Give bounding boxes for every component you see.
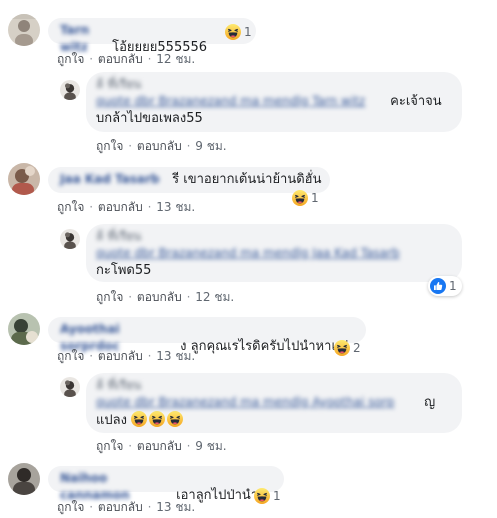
separator: · xyxy=(147,200,152,214)
timestamp[interactable]: 12 ชม. xyxy=(156,52,195,66)
separator: · xyxy=(147,52,152,66)
reply-actions: ถูกใจ · ตอบกลับ · 9 ชม. xyxy=(96,437,227,456)
separator: · xyxy=(147,349,152,363)
reply-link[interactable]: ตอบกลับ xyxy=(137,139,182,153)
reaction-count: 1 xyxy=(273,489,281,503)
reply-avatar[interactable] xyxy=(60,229,80,249)
reaction-count: 2 xyxy=(353,341,361,355)
reaction-count: 1 xyxy=(449,279,457,293)
separator: · xyxy=(89,500,94,514)
reaction-count: 1 xyxy=(311,191,319,205)
like-link[interactable]: ถูกใจ xyxy=(57,349,84,363)
separator: · xyxy=(128,439,133,453)
separator: · xyxy=(186,139,191,153)
separator: · xyxy=(128,290,133,304)
reaction-count: 1 xyxy=(244,25,252,39)
reply-text-line2: แปลง xyxy=(96,413,127,428)
haha-reaction-icon xyxy=(334,340,350,356)
timestamp[interactable]: 13 ชม. xyxy=(156,349,195,363)
reply-actions: ถูกใจ · ตอบกลับ · 12 ชม. xyxy=(96,288,234,307)
separator: · xyxy=(147,500,152,514)
timestamp[interactable]: 13 ชม. xyxy=(156,500,195,514)
reply-text: กะโพด55 xyxy=(96,263,152,278)
reply-bubble: ล้ ที่เรียน quote dbr Brazanezand ma men… xyxy=(86,224,462,282)
reply-link[interactable]: ตอบกลับ xyxy=(137,290,182,304)
separator: · xyxy=(89,52,94,66)
mention-link[interactable]: quote dbr Brazanezand ma mendlg Tarn wit… xyxy=(96,93,386,110)
timestamp[interactable]: 9 ชม. xyxy=(195,139,226,153)
reply-bubble: ล้ ที่เรียน quote dbr Brazanezand ma men… xyxy=(86,373,462,433)
reaction-counter[interactable]: 1 xyxy=(252,486,286,506)
like-link[interactable]: ถูกใจ xyxy=(96,439,123,453)
comment-bubble: Ayoothai sorprdoc ง ลูกคุณเรไรดิครับไปนำ… xyxy=(48,317,366,354)
separator: · xyxy=(186,439,191,453)
comment-author-name[interactable]: Jaa Kad Tasarb xyxy=(60,171,168,188)
reply-link[interactable]: ตอบกลับ xyxy=(98,500,143,514)
separator: · xyxy=(186,290,191,304)
comment-actions: ถูกใจ · ตอบกลับ · 12 ชม. xyxy=(57,50,195,69)
reply-bubble: ล้ ที่เรียน quote dbr Brazanezand ma men… xyxy=(86,72,462,132)
like-link[interactable]: ถูกใจ xyxy=(96,290,123,304)
reply-author-name[interactable]: ล้ ที่เรียน xyxy=(96,76,156,93)
separator: · xyxy=(128,139,133,153)
reply-text: คะเจ้าจน xyxy=(390,94,442,109)
avatar[interactable] xyxy=(8,463,40,495)
comment-actions: ถูกใจ · ตอบกลับ · 13 ชม. xyxy=(57,498,195,517)
reply-link[interactable]: ตอบกลับ xyxy=(98,349,143,363)
like-link[interactable]: ถูกใจ xyxy=(57,500,84,514)
separator: · xyxy=(89,200,94,214)
comment-actions: ถูกใจ · ตอบกลับ · 13 ชม. xyxy=(57,198,195,217)
like-link[interactable]: ถูกใจ xyxy=(57,200,84,214)
comment-text: รี เขาอยากเต้นน่าย้านดิฮั่น xyxy=(172,172,322,187)
like-link[interactable]: ถูกใจ xyxy=(96,139,123,153)
comment-text: ง ลูกคุณเรไรดิครับไปนำหาแม่ xyxy=(180,339,349,354)
comment-bubble: Jaa Kad Tasarb รี เขาอยากเต้นน่าย้านดิฮั… xyxy=(48,167,330,193)
mention-link[interactable]: quote dbr Brazanezand ma mendlg Ayoothai… xyxy=(96,394,420,411)
avatar[interactable] xyxy=(8,163,40,195)
reaction-counter[interactable]: 2 xyxy=(332,338,366,358)
timestamp[interactable]: 13 ชม. xyxy=(156,200,195,214)
mention-link[interactable]: quote dbr Brazanezand ma mendlg Jaa Kad … xyxy=(96,245,436,262)
haha-icon xyxy=(131,411,147,427)
reply-avatar[interactable] xyxy=(60,80,80,100)
reply-author-name[interactable]: ล้ ที่เรียน xyxy=(96,228,156,245)
timestamp[interactable]: 9 ชม. xyxy=(195,439,226,453)
reaction-counter[interactable]: 1 xyxy=(428,276,462,296)
reply-link[interactable]: ตอบกลับ xyxy=(137,439,182,453)
reply-actions: ถูกใจ · ตอบกลับ · 9 ชม. xyxy=(96,137,227,156)
haha-reaction-icon xyxy=(225,24,241,40)
timestamp[interactable]: 12 ชม. xyxy=(195,290,234,304)
reply-text-line2: บกล้าไปขอเพลง55 xyxy=(96,111,203,126)
like-link[interactable]: ถูกใจ xyxy=(57,52,84,66)
reply-text: ญ xyxy=(424,395,436,410)
comment-actions: ถูกใจ · ตอบกลับ · 13 ชม. xyxy=(57,347,195,366)
avatar[interactable] xyxy=(8,313,40,345)
haha-reaction-icon xyxy=(292,190,308,206)
reaction-counter[interactable]: 1 xyxy=(223,22,257,42)
reply-author-name[interactable]: ล้ ที่เรียน xyxy=(96,377,156,394)
separator: · xyxy=(89,349,94,363)
comment-bubble: Naihoo cannamon เอาลูกไปป่านำดิ xyxy=(48,466,284,503)
reply-link[interactable]: ตอบกลับ xyxy=(98,52,143,66)
haha-icon xyxy=(167,411,183,427)
avatar[interactable] xyxy=(8,14,40,46)
reply-link[interactable]: ตอบกลับ xyxy=(98,200,143,214)
haha-icon xyxy=(149,411,165,427)
reaction-counter[interactable]: 1 xyxy=(290,188,324,208)
like-reaction-icon xyxy=(430,278,446,294)
reply-avatar[interactable] xyxy=(60,377,80,397)
haha-reaction-icon xyxy=(254,488,270,504)
